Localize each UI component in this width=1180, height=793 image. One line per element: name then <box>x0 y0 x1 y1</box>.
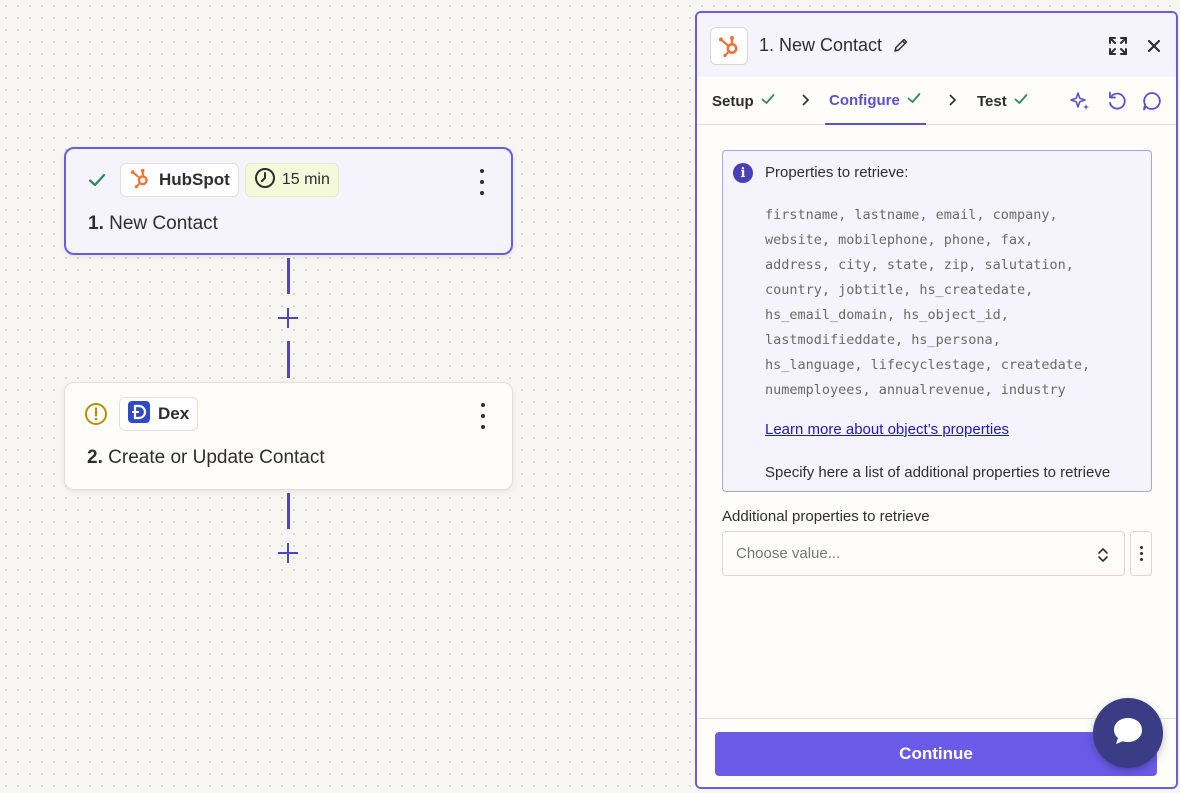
step-number: 1. <box>88 213 104 234</box>
additional-properties-select[interactable]: Choose value... <box>722 531 1125 576</box>
property-list-line: country, jobtitle, hs_createdate, <box>765 282 1034 298</box>
tab-label: Setup <box>712 92 754 110</box>
app-name: HubSpot <box>159 170 230 189</box>
info-icon: i <box>733 163 753 183</box>
check-icon <box>1013 91 1029 111</box>
tab-label: Test <box>977 92 1007 110</box>
expand-icon[interactable] <box>1107 35 1129 57</box>
step-title-text: Create or Update Contact <box>108 447 325 468</box>
property-list-line: hs_language, lifecyclestage, createdate, <box>765 357 1091 373</box>
hubspot-logo-icon <box>710 27 748 65</box>
properties-info-box: i Properties to retrieve: firstname, las… <box>722 150 1152 492</box>
step-tabs: Setup Configure Test <box>697 77 1176 125</box>
step-more-menu-icon[interactable] <box>475 169 489 195</box>
chevron-right-icon <box>798 93 812 107</box>
app-chip-dex: Dex <box>119 397 199 431</box>
tab-configure[interactable]: Configure <box>825 77 926 125</box>
connector-line <box>287 258 290 294</box>
property-list-line: address, city, state, zip, salutation, <box>765 257 1074 273</box>
chevron-right-icon <box>945 93 959 107</box>
check-icon <box>760 91 776 111</box>
property-list-line: website, mobilephone, phone, fax, <box>765 232 1034 248</box>
select-placeholder: Choose value... <box>736 545 841 562</box>
add-step-plus-icon[interactable] <box>276 541 300 565</box>
warning-icon <box>83 401 109 427</box>
property-list-line: hs_email_domain, hs_object_id, <box>765 307 1009 323</box>
step-header: HubSpot 15 min <box>84 163 339 197</box>
step-more-menu-icon[interactable] <box>476 403 490 429</box>
panel-header: 1. New Contact <box>697 13 1176 77</box>
connector-line <box>287 341 290 378</box>
step-title: 1. New Contact <box>88 213 218 235</box>
panel-title: 1. New Contact <box>759 35 883 55</box>
clock-icon <box>254 167 276 194</box>
comment-icon[interactable] <box>1141 90 1163 112</box>
edit-title-pencil-icon[interactable] <box>893 37 909 53</box>
app-chip-hubspot: HubSpot <box>120 163 239 197</box>
tab-label: Configure <box>829 91 900 109</box>
property-list-line: lastmodifieddate, hs_persona, <box>765 332 1001 348</box>
step-card-new-contact[interactable]: HubSpot 15 min 1. New Contact <box>64 147 513 255</box>
check-icon <box>84 167 110 193</box>
ai-sparkle-icon[interactable] <box>1069 90 1091 112</box>
step-header: Dex <box>83 397 199 431</box>
poll-interval-text: 15 min <box>281 171 330 188</box>
hubspot-logo-icon <box>129 167 151 194</box>
specify-help-text: Specify here a list of additional proper… <box>765 464 1111 481</box>
step-card-create-or-update-contact[interactable]: Dex 2. Create or Update Contact <box>64 382 513 490</box>
property-list-line: firstname, lastname, email, company, <box>765 207 1058 223</box>
poll-interval-badge: 15 min <box>244 163 339 197</box>
close-icon[interactable] <box>1143 35 1165 57</box>
chevron-up-down-icon <box>1096 546 1110 564</box>
field-more-options-icon[interactable] <box>1130 531 1152 576</box>
tab-setup[interactable]: Setup <box>712 77 776 125</box>
connector-line <box>287 493 290 529</box>
chat-bubble-icon <box>1109 712 1147 755</box>
step-number: 2. <box>87 447 103 468</box>
step-editor-panel: 1. New Contact Setup Configure Test i Pr… <box>695 11 1178 789</box>
learn-more-link[interactable]: Learn more about object’s properties <box>765 421 1009 438</box>
property-list-line: numemployees, annualrevenue, industry <box>765 382 1066 398</box>
dex-logo-icon <box>128 400 150 428</box>
check-icon <box>906 90 922 110</box>
chat-support-button[interactable] <box>1093 698 1163 768</box>
undo-history-icon[interactable] <box>1106 90 1128 112</box>
add-step-plus-icon[interactable] <box>276 306 300 330</box>
continue-button[interactable]: Continue <box>715 732 1157 776</box>
step-title-text: New Contact <box>109 213 218 234</box>
field-label: Additional properties to retrieve <box>722 508 930 525</box>
tab-test[interactable]: Test <box>977 77 1029 125</box>
step-title: 2. Create or Update Contact <box>87 447 325 469</box>
app-name: Dex <box>158 404 190 423</box>
info-title: Properties to retrieve: <box>765 164 909 181</box>
